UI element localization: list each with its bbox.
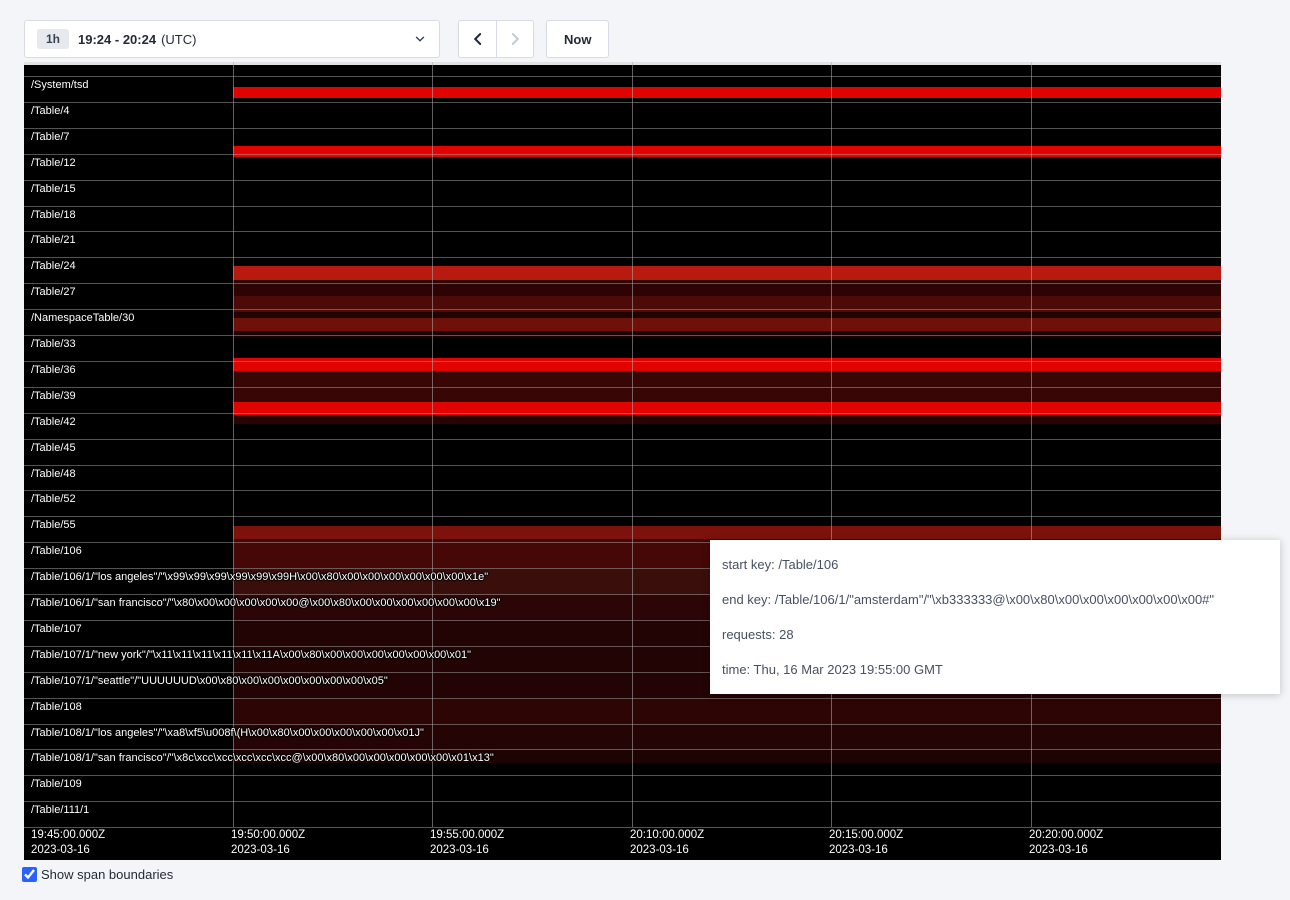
now-button[interactable]: Now — [546, 20, 609, 58]
range-nav-group — [458, 20, 534, 58]
show-span-boundaries-control[interactable]: Show span boundaries — [22, 867, 173, 882]
time-range-selector[interactable]: 1h 19:24 - 20:24 (UTC) — [24, 20, 440, 58]
x-axis-tick-label: 19:45:00.000Z2023-03-16 — [31, 828, 105, 858]
toolbar: 1h 19:24 - 20:24 (UTC) Now — [24, 20, 609, 58]
x-axis-tick-label: 20:20:00.000Z2023-03-16 — [1029, 828, 1103, 858]
chevron-left-icon — [470, 31, 486, 47]
tooltip-line: start key: /Table/106 — [710, 547, 1280, 582]
x-axis-tick-label: 19:55:00.000Z2023-03-16 — [430, 828, 504, 858]
tooltip-line: requests: 28 — [710, 617, 1280, 652]
x-axis-layer: 19:45:00.000Z2023-03-16 19:50:00.000Z2023… — [24, 62, 1221, 860]
tooltip-line: time: Thu, 16 Mar 2023 19:55:00 GMT — [710, 652, 1280, 687]
range-duration-badge: 1h — [37, 29, 69, 49]
previous-range-button[interactable] — [458, 20, 496, 58]
range-timezone-label: (UTC) — [161, 32, 196, 47]
x-axis-tick-label: 19:50:00.000Z2023-03-16 — [231, 828, 305, 858]
show-span-boundaries-checkbox[interactable] — [22, 867, 37, 882]
key-visualizer-canvas[interactable]: /System/tsd/Table/4/Table/7/Table/12/Tab… — [24, 62, 1221, 860]
chevron-down-icon — [413, 32, 427, 46]
range-label: 19:24 - 20:24 — [78, 32, 156, 47]
x-axis-tick-label: 20:15:00.000Z2023-03-16 — [829, 828, 903, 858]
next-range-button[interactable] — [496, 20, 534, 58]
chevron-right-icon — [507, 31, 523, 47]
x-axis-tick-label: 20:10:00.000Z2023-03-16 — [630, 828, 704, 858]
tooltip-line: end key: /Table/106/1/"amsterdam"/"\xb33… — [710, 582, 1280, 617]
hover-tooltip: start key: /Table/106end key: /Table/106… — [710, 540, 1280, 694]
show-span-boundaries-label: Show span boundaries — [41, 867, 173, 882]
